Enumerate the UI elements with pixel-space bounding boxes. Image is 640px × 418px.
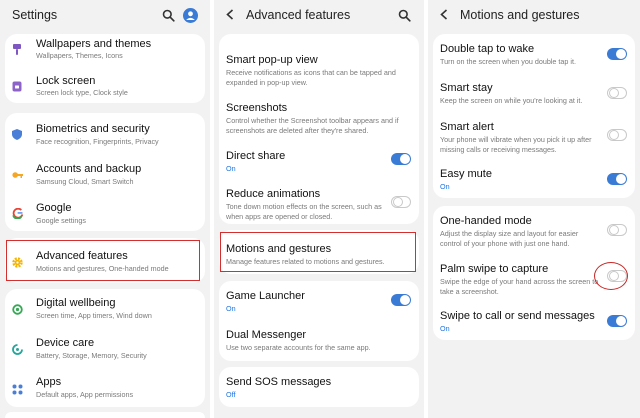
device-care-icon bbox=[12, 342, 23, 355]
advanced-features-panel: Advanced features Smart pop-up view Rece… bbox=[214, 0, 424, 418]
settings-item-digital-wellbeing[interactable]: Digital wellbeing Screen time, App timer… bbox=[5, 289, 205, 328]
item-easy-mute[interactable]: Easy mute On bbox=[433, 160, 635, 198]
back-icon[interactable] bbox=[226, 8, 234, 23]
item-smart-alert[interactable]: Smart alert Your phone will vibrate when… bbox=[433, 113, 635, 157]
item-swipe-to-call[interactable]: Swipe to call or send messages On bbox=[433, 302, 635, 340]
reduce-animations-toggle[interactable] bbox=[391, 196, 411, 208]
page-title: Settings bbox=[12, 8, 58, 22]
settings-group-next bbox=[5, 412, 205, 418]
settings-group-display: Wallpapers and themes Wallpapers, Themes… bbox=[5, 34, 205, 103]
swipe-to-call-toggle[interactable] bbox=[607, 315, 627, 327]
advanced-group-sos: Send SOS messages Off bbox=[219, 367, 419, 407]
page-title: Motions and gestures bbox=[460, 8, 580, 22]
settings-group-security: Biometrics and security Face recognition… bbox=[5, 113, 205, 231]
settings-item-wallpapers[interactable]: Wallpapers and themes Wallpapers, Themes… bbox=[5, 34, 205, 68]
wellbeing-icon bbox=[12, 302, 23, 315]
double-tap-to-wake-toggle[interactable] bbox=[607, 48, 627, 60]
search-icon[interactable] bbox=[396, 7, 412, 23]
settings-item-lock-screen[interactable]: Lock screen Screen lock type, Clock styl… bbox=[5, 69, 205, 103]
highlight-motions-and-gestures bbox=[220, 232, 416, 272]
key-icon bbox=[12, 167, 23, 178]
item-screenshots[interactable]: Screenshots Control whether the Screensh… bbox=[219, 96, 419, 138]
motions-and-gestures-panel: Motions and gestures Double tap to wake … bbox=[428, 0, 640, 418]
settings-panel: Settings Wallpapers and themes Wallpaper… bbox=[0, 0, 210, 418]
back-icon[interactable] bbox=[440, 8, 448, 23]
lock-icon bbox=[12, 79, 22, 92]
paintbrush-icon bbox=[12, 42, 22, 55]
item-direct-share[interactable]: Direct share On bbox=[219, 144, 419, 180]
highlight-palm-swipe-toggle bbox=[594, 262, 628, 290]
settings-item-apps[interactable]: Apps Default apps, App permissions bbox=[5, 367, 205, 407]
search-icon[interactable] bbox=[160, 7, 176, 23]
one-handed-mode-toggle[interactable] bbox=[607, 224, 627, 236]
apps-grid-icon bbox=[12, 382, 23, 395]
profile-icon[interactable] bbox=[182, 7, 198, 23]
advanced-group-main: Smart pop-up view Receive notifications … bbox=[219, 34, 419, 224]
advanced-features-header: Advanced features bbox=[214, 0, 424, 30]
item-send-sos-messages[interactable]: Send SOS messages Off bbox=[219, 367, 419, 407]
settings-item-google[interactable]: Google Google settings bbox=[5, 192, 205, 231]
settings-group-care: Digital wellbeing Screen time, App timer… bbox=[5, 289, 205, 407]
settings-header: Settings bbox=[0, 0, 210, 30]
settings-item-biometrics[interactable]: Biometrics and security Face recognition… bbox=[5, 113, 205, 153]
motions-header: Motions and gestures bbox=[428, 0, 640, 30]
motions-group-1: Double tap to wake Turn on the screen wh… bbox=[433, 34, 635, 198]
item-dual-messenger[interactable]: Dual Messenger Use two separate accounts… bbox=[219, 321, 419, 361]
item-smart-popup-view[interactable]: Smart pop-up view Receive notifications … bbox=[219, 48, 419, 88]
item-smart-stay[interactable]: Smart stay Keep the screen on while you'… bbox=[433, 74, 635, 112]
settings-item-device-care[interactable]: Device care Battery, Storage, Memory, Se… bbox=[5, 328, 205, 367]
item-game-launcher[interactable]: Game Launcher On bbox=[219, 281, 419, 319]
google-icon bbox=[12, 206, 24, 220]
smart-stay-toggle[interactable] bbox=[607, 87, 627, 99]
page-title: Advanced features bbox=[246, 8, 351, 22]
highlight-advanced-features bbox=[6, 240, 200, 281]
item-one-handed-mode[interactable]: One-handed mode Adjust the display size … bbox=[433, 206, 635, 252]
item-reduce-animations[interactable]: Reduce animations Tone down motion effec… bbox=[219, 182, 419, 224]
item-double-tap-to-wake[interactable]: Double tap to wake Turn on the screen wh… bbox=[433, 34, 635, 72]
direct-share-toggle[interactable] bbox=[391, 153, 411, 165]
easy-mute-toggle[interactable] bbox=[607, 173, 627, 185]
smart-alert-toggle[interactable] bbox=[607, 129, 627, 141]
settings-item-accounts[interactable]: Accounts and backup Samsung Cloud, Smart… bbox=[5, 153, 205, 192]
advanced-group-apps: Game Launcher On Dual Messenger Use two … bbox=[219, 281, 419, 361]
game-launcher-toggle[interactable] bbox=[391, 294, 411, 306]
shield-icon bbox=[12, 127, 22, 140]
